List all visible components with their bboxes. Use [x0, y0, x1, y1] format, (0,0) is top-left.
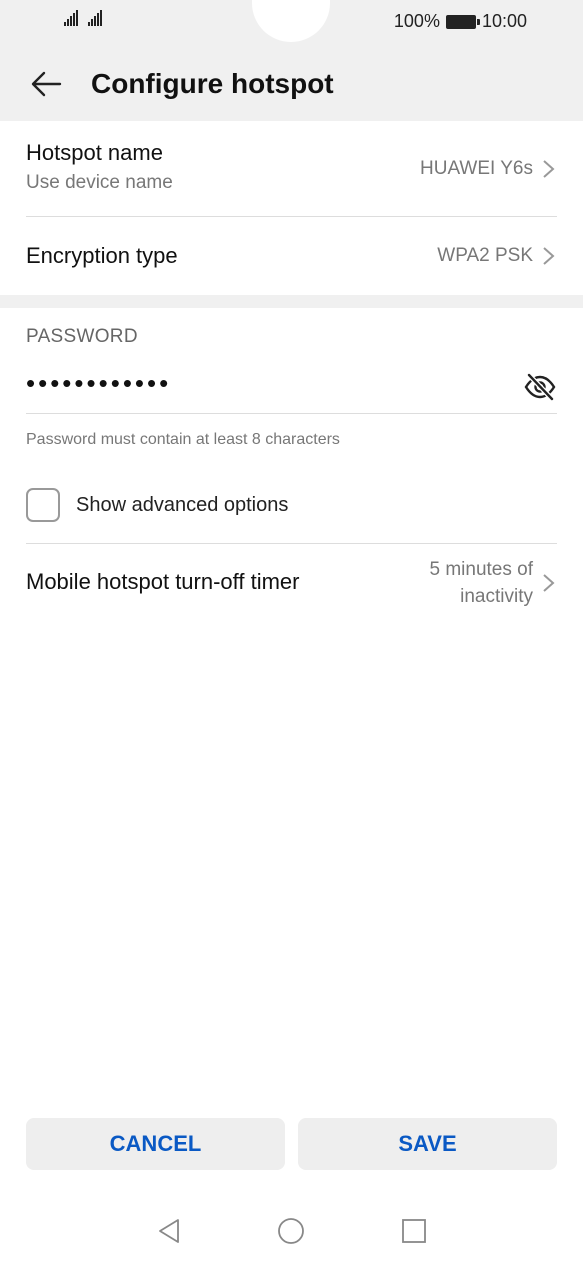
hotspot-name-value-group: HUAWEI Y6s: [420, 158, 557, 180]
nav-back-button[interactable]: [152, 1214, 186, 1248]
hotspot-name-value: HUAWEI Y6s: [420, 158, 533, 179]
app-bar: Configure hotspot: [0, 50, 583, 121]
divider: [26, 543, 557, 544]
nav-recents-button[interactable]: [397, 1214, 431, 1248]
advanced-options-label: Show advanced options: [76, 493, 289, 516]
chevron-right-icon: [543, 247, 555, 265]
encryption-type-value-group: WPA2 PSK: [437, 245, 557, 267]
signal-icon: [88, 10, 102, 26]
triangle-back-icon: [159, 1219, 179, 1243]
status-bar: 100% 10:00: [0, 0, 583, 50]
status-right: 100% 10:00: [394, 11, 527, 32]
signal-icon: [64, 10, 78, 26]
arrow-left-icon: [31, 71, 62, 97]
turn-off-timer-label: Mobile hotspot turn-off timer: [26, 569, 300, 594]
turn-off-timer-value-line2: inactivity: [460, 586, 533, 607]
divider: [26, 216, 557, 217]
hotspot-name-row[interactable]: Hotspot name Use device name HUAWEI Y6s: [26, 140, 557, 206]
clock: 10:00: [481, 11, 527, 31]
cancel-button[interactable]: CANCEL: [26, 1118, 285, 1170]
square-recents-icon: [402, 1219, 426, 1243]
turn-off-timer-row[interactable]: Mobile hotspot turn-off timer 5 minutes …: [26, 556, 557, 612]
advanced-options-toggle[interactable]: Show advanced options: [26, 487, 288, 523]
password-section-label: PASSWORD: [26, 326, 138, 347]
nav-home-button[interactable]: [274, 1214, 308, 1248]
save-button[interactable]: SAVE: [298, 1118, 557, 1170]
battery-icon: [445, 14, 480, 29]
encryption-type-row[interactable]: Encryption type WPA2 PSK: [26, 243, 557, 273]
password-hint: Password must contain at least 8 charact…: [26, 431, 340, 448]
page-title: Configure hotspot: [91, 68, 334, 99]
password-field[interactable]: ••••••••••••: [26, 368, 557, 414]
password-value: ••••••••••••: [26, 368, 172, 398]
turn-off-timer-value: 5 minutes of inactivity: [430, 556, 534, 610]
back-button[interactable]: [26, 64, 66, 104]
turn-off-timer-value-group: 5 minutes of inactivity: [430, 556, 558, 610]
battery-percent: 100%: [393, 11, 440, 31]
encryption-type-value: WPA2 PSK: [437, 245, 533, 266]
camera-notch: [252, 0, 330, 42]
chevron-right-icon: [543, 160, 555, 178]
signal-indicators: [64, 10, 102, 26]
turn-off-timer-value-line1: 5 minutes of: [429, 559, 534, 580]
chevron-right-icon: [543, 574, 555, 592]
circle-home-icon: [278, 1218, 304, 1244]
navigation-bar: [0, 1200, 583, 1264]
eye-off-icon[interactable]: [523, 372, 557, 402]
section-gap: [0, 295, 583, 308]
advanced-options-checkbox[interactable]: [26, 488, 60, 522]
